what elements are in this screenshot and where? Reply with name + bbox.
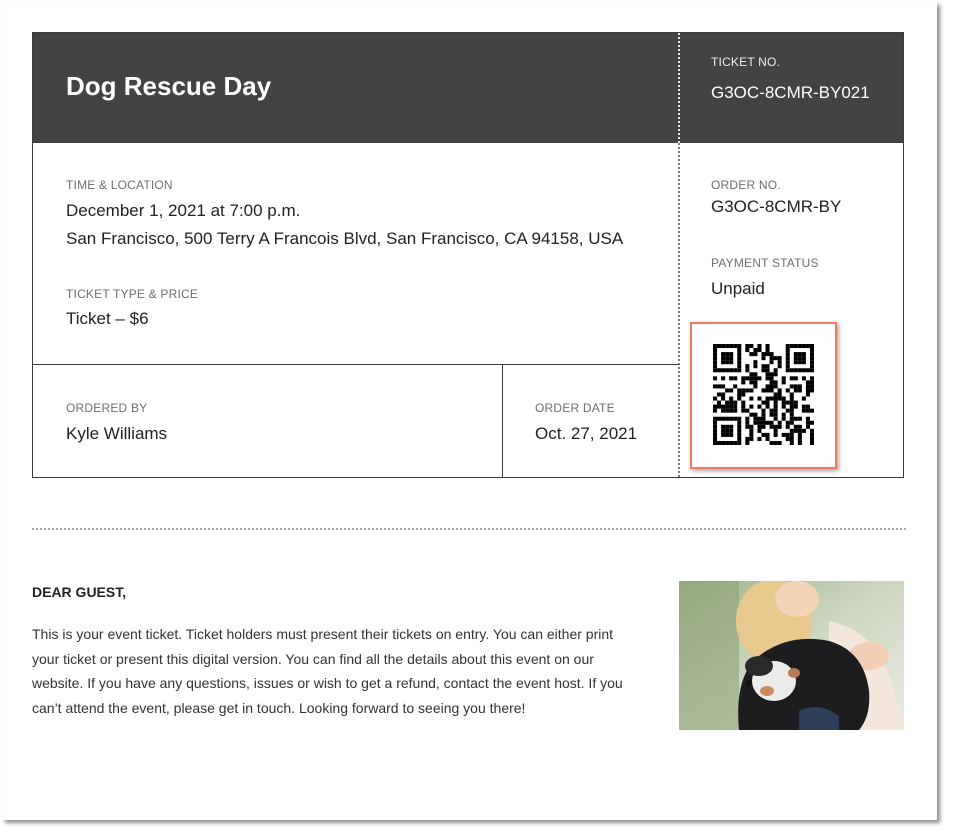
order-no: G3OC-8CMR-BY [711,197,842,216]
payment-status: Unpaid [711,279,765,298]
order-date-label: ORDER DATE [535,401,615,415]
section-divider [33,364,679,365]
qr-code-highlight [690,322,837,469]
ordered-by: Kyle Williams [66,424,168,443]
time-location-label: TIME & LOCATION [66,178,173,192]
ordered-by-label: ORDERED BY [66,401,148,415]
ticket-type-price: Ticket – $6 [66,309,149,328]
payment-status-label: PAYMENT STATUS [711,256,819,270]
ticket-no: G3OC-8CMR-BY021 [711,83,870,102]
ticket-no-label: TICKET NO. [711,55,781,69]
order-divider [502,364,503,477]
greeting: DEAR GUEST, [32,584,127,600]
message-body: This is your event ticket. Ticket holder… [32,626,623,716]
ticket-card: Dog Rescue Day TICKET NO. G3OC-8CMR-BY02… [32,32,904,478]
perforation-line [32,528,906,530]
event-title: Dog Rescue Day [66,71,272,101]
type-price-label: TICKET TYPE & PRICE [66,287,199,301]
header-divider [678,33,680,143]
event-location: San Francisco, 500 Terry A Francois Blvd… [66,229,624,248]
ticket-page: Dog Rescue Day TICKET NO. G3OC-8CMR-BY02… [2,2,937,820]
dog-photo-icon [679,581,904,730]
ticket-header: Dog Rescue Day TICKET NO. G3OC-8CMR-BY02… [33,33,903,143]
stub-divider [678,143,680,477]
order-date: Oct. 27, 2021 [535,424,638,443]
qr-code-icon [713,344,814,445]
event-photo [679,581,904,730]
order-no-label: ORDER NO. [711,178,781,192]
event-datetime: December 1, 2021 at 7:00 p.m. [66,201,301,220]
